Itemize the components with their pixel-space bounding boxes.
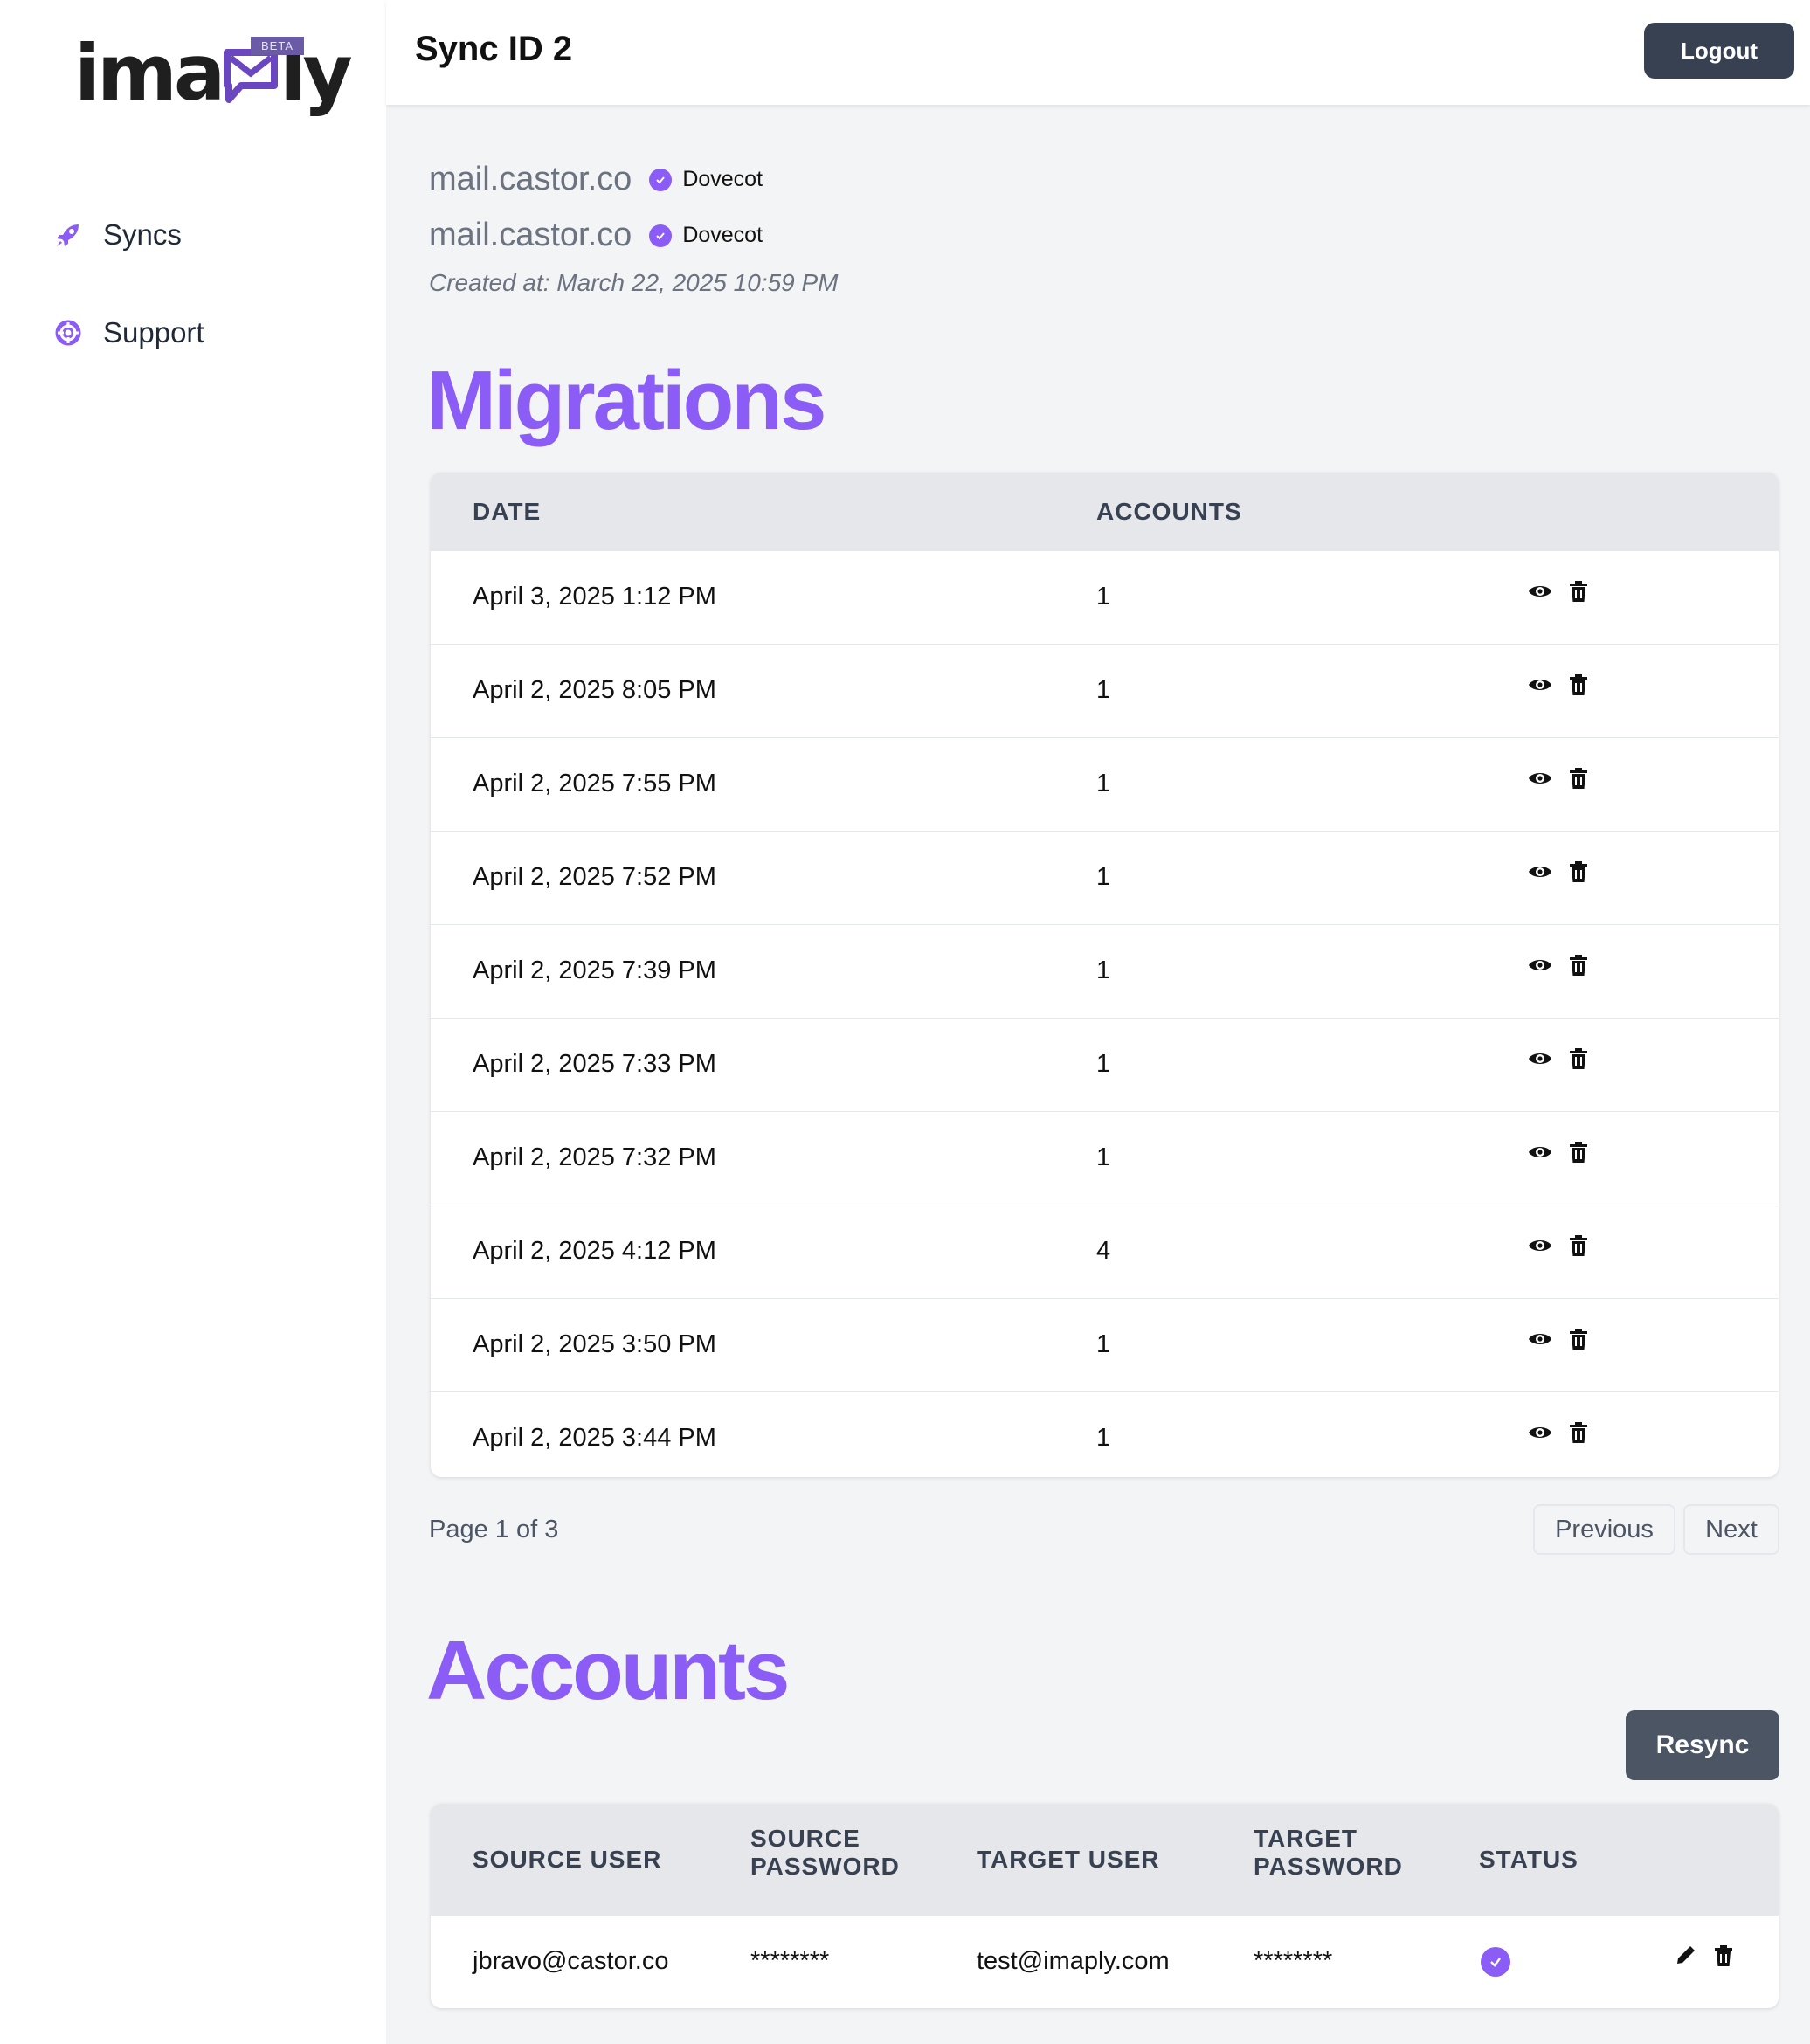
delete-icon[interactable] bbox=[1566, 1327, 1591, 1351]
lifebuoy-icon bbox=[52, 317, 84, 349]
column-header-source-user: SOURCE USER bbox=[473, 1846, 662, 1873]
view-icon[interactable] bbox=[1528, 1327, 1552, 1351]
table-row: April 2, 2025 4:12 PM 4 bbox=[431, 1205, 1779, 1298]
target-user-cell: test@imaply.com bbox=[977, 1947, 1170, 1975]
table-row: April 2, 2025 3:50 PM 1 bbox=[431, 1298, 1779, 1391]
imaply-logo[interactable]: BETA ima ly bbox=[74, 35, 353, 112]
column-header-accounts: ACCOUNTS bbox=[1096, 498, 1242, 525]
status-completed-icon bbox=[1481, 1947, 1510, 1977]
column-header-source-password: SOURCE PASSWORD bbox=[750, 1825, 900, 1880]
table-row: April 3, 2025 1:12 PM 1 bbox=[431, 551, 1779, 644]
source-host-name: mail.castor.co bbox=[429, 161, 632, 197]
target-host-name: mail.castor.co bbox=[429, 217, 632, 253]
view-icon[interactable] bbox=[1528, 579, 1552, 604]
target-password-cell: ******** bbox=[1254, 1947, 1333, 1975]
accounts-cell: 1 bbox=[1096, 1050, 1111, 1078]
sidebar-item-syncs[interactable]: Syncs bbox=[52, 218, 182, 252]
migrations-heading: Migrations bbox=[426, 354, 826, 447]
logout-button[interactable]: Logout bbox=[1644, 23, 1794, 79]
source-host: mail.castor.co Dovecot bbox=[429, 161, 763, 198]
delete-icon[interactable] bbox=[1566, 1046, 1591, 1071]
accounts-cell: 1 bbox=[1096, 676, 1111, 704]
accounts-cell: 1 bbox=[1096, 956, 1111, 984]
source-password-cell: ******** bbox=[750, 1947, 830, 1975]
edit-icon[interactable] bbox=[1673, 1944, 1697, 1968]
delete-icon[interactable] bbox=[1566, 673, 1591, 697]
sidebar-item-label: Support bbox=[103, 316, 204, 349]
table-row: April 2, 2025 8:05 PM 1 bbox=[431, 644, 1779, 737]
accounts-cell: 4 bbox=[1096, 1237, 1111, 1265]
table-row: April 2, 2025 7:39 PM 1 bbox=[431, 924, 1779, 1018]
accounts-cell: 1 bbox=[1096, 1330, 1111, 1358]
view-icon[interactable] bbox=[1528, 1420, 1552, 1445]
date-cell: April 2, 2025 3:50 PM bbox=[473, 1330, 716, 1358]
date-cell: April 2, 2025 3:44 PM bbox=[473, 1424, 716, 1452]
resync-button[interactable]: Resync bbox=[1626, 1710, 1779, 1780]
migrations-table: DATE ACCOUNTS April 3, 2025 1:12 PM 1 Apri… bbox=[431, 473, 1779, 1477]
date-cell: April 2, 2025 4:12 PM bbox=[473, 1237, 716, 1265]
accounts-table: SOURCE USER SOURCE PASSWORD TARGET USER T… bbox=[431, 1804, 1779, 2008]
date-cell: April 2, 2025 7:55 PM bbox=[473, 770, 716, 798]
target-host: mail.castor.co Dovecot bbox=[429, 217, 763, 254]
sidebar-item-label: Syncs bbox=[103, 218, 182, 251]
delete-icon[interactable] bbox=[1566, 1420, 1591, 1445]
table-row: April 2, 2025 7:33 PM 1 bbox=[431, 1018, 1779, 1111]
delete-icon[interactable] bbox=[1566, 1233, 1591, 1258]
previous-page-button[interactable]: Previous bbox=[1533, 1504, 1675, 1555]
date-cell: April 2, 2025 7:52 PM bbox=[473, 863, 716, 891]
date-cell: April 2, 2025 7:32 PM bbox=[473, 1143, 716, 1171]
column-header-target-user: TARGET USER bbox=[977, 1846, 1160, 1873]
view-icon[interactable] bbox=[1528, 766, 1552, 791]
accounts-cell: 1 bbox=[1096, 1424, 1111, 1452]
column-header-status: STATUS bbox=[1479, 1846, 1579, 1873]
delete-icon[interactable] bbox=[1566, 1140, 1591, 1164]
table-row: April 2, 2025 3:44 PM 1 bbox=[431, 1391, 1779, 1477]
pagination-info: Page 1 of 3 bbox=[429, 1516, 559, 1543]
view-icon[interactable] bbox=[1528, 1233, 1552, 1258]
accounts-cell: 1 bbox=[1096, 1143, 1111, 1171]
verified-icon bbox=[649, 224, 673, 247]
beta-badge: BETA bbox=[251, 37, 304, 55]
target-server-type: Dovecot bbox=[682, 223, 763, 247]
table-row: April 2, 2025 7:55 PM 1 bbox=[431, 737, 1779, 831]
view-icon[interactable] bbox=[1528, 860, 1552, 884]
accounts-cell: 1 bbox=[1096, 770, 1111, 798]
accounts-cell: 1 bbox=[1096, 863, 1111, 891]
view-icon[interactable] bbox=[1528, 1046, 1552, 1071]
view-icon[interactable] bbox=[1528, 1140, 1552, 1164]
sidebar: BETA ima ly Syncs Support bbox=[0, 0, 386, 2044]
column-header-date: DATE bbox=[473, 498, 542, 525]
page-title: Sync ID 2 bbox=[415, 30, 573, 68]
date-cell: April 2, 2025 8:05 PM bbox=[473, 676, 716, 704]
top-bar: Sync ID 2 Logout bbox=[386, 0, 1810, 105]
next-page-button[interactable]: Next bbox=[1683, 1504, 1779, 1555]
source-user-cell: jbravo@castor.co bbox=[473, 1947, 669, 1975]
logo-prefix: ima bbox=[74, 28, 225, 118]
rocket-icon bbox=[52, 219, 84, 251]
table-header: SOURCE USER SOURCE PASSWORD TARGET USER T… bbox=[431, 1804, 1779, 1916]
date-cell: April 2, 2025 7:33 PM bbox=[473, 1050, 716, 1078]
table-header: DATE ACCOUNTS bbox=[431, 473, 1779, 551]
accounts-cell: 1 bbox=[1096, 583, 1111, 611]
table-row: jbravo@castor.co ******** test@imaply.co… bbox=[431, 1916, 1779, 2008]
table-body: April 3, 2025 1:12 PM 1 April 2, 2025 8:05… bbox=[431, 551, 1779, 1477]
delete-icon[interactable] bbox=[1566, 579, 1591, 604]
created-at: Created at: March 22, 2025 10:59 PM bbox=[429, 269, 839, 296]
view-icon[interactable] bbox=[1528, 953, 1552, 977]
date-cell: April 2, 2025 7:39 PM bbox=[473, 956, 716, 984]
sidebar-item-support[interactable]: Support bbox=[52, 316, 204, 349]
delete-icon[interactable] bbox=[1711, 1944, 1736, 1968]
view-icon[interactable] bbox=[1528, 673, 1552, 697]
delete-icon[interactable] bbox=[1566, 860, 1591, 884]
delete-icon[interactable] bbox=[1566, 766, 1591, 791]
verified-icon bbox=[649, 168, 673, 191]
delete-icon[interactable] bbox=[1566, 953, 1591, 977]
date-cell: April 3, 2025 1:12 PM bbox=[473, 583, 716, 611]
table-row: April 2, 2025 7:52 PM 1 bbox=[431, 831, 1779, 924]
source-server-type: Dovecot bbox=[682, 167, 763, 191]
table-row: April 2, 2025 7:32 PM 1 bbox=[431, 1111, 1779, 1205]
column-header-target-password: TARGET PASSWORD bbox=[1254, 1825, 1403, 1880]
accounts-heading: Accounts bbox=[426, 1624, 790, 1717]
